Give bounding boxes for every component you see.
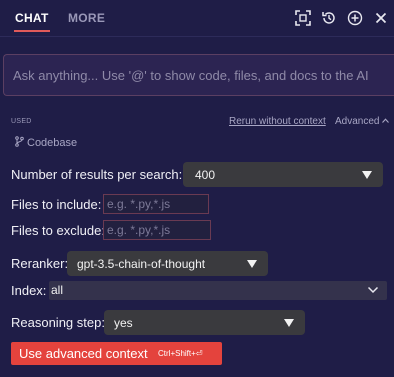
results-per-search-label: Number of results per search: [11, 167, 183, 182]
advanced-toggle[interactable]: Advanced [335, 116, 390, 127]
reasoning-step-value: yes [114, 315, 133, 330]
index-select[interactable]: all [49, 281, 387, 300]
chevron-up-icon [382, 118, 390, 123]
dropdown-arrow-icon [247, 259, 257, 268]
tab-divider [0, 36, 394, 37]
branch-icon [15, 136, 24, 147]
files-exclude-input[interactable] [103, 220, 211, 240]
use-advanced-context-button[interactable]: Use advanced context Ctrl+Shift+⏎ [11, 342, 222, 365]
reranker-value: gpt-3.5-chain-of-thought [77, 256, 206, 271]
reasoning-step-select[interactable]: yes [104, 310, 305, 335]
tab-chat[interactable]: CHAT [14, 11, 50, 32]
top-bar: CHAT MORE [0, 0, 394, 36]
use-advanced-context-label: Use advanced context [19, 346, 148, 361]
chevron-down-icon [368, 286, 378, 294]
prompt-box[interactable] [3, 54, 394, 96]
advanced-label: Advanced [335, 116, 380, 127]
expand-icon[interactable] [295, 10, 311, 26]
codebase-context-item[interactable]: Codebase [15, 136, 77, 149]
rerun-without-context-link[interactable]: Rerun without context [229, 116, 326, 127]
history-icon[interactable] [321, 10, 337, 26]
tab-more[interactable]: MORE [68, 11, 105, 25]
index-value: all [51, 283, 64, 297]
reasoning-step-label: Reasoning step: [11, 315, 105, 330]
dropdown-arrow-icon [284, 318, 294, 327]
files-include-label: Files to include: [11, 197, 102, 212]
reranker-label: Reranker: [11, 256, 69, 271]
reranker-select[interactable]: gpt-3.5-chain-of-thought [67, 251, 268, 276]
used-label: USED [11, 118, 32, 125]
dropdown-arrow-icon [362, 170, 372, 179]
results-per-search-select[interactable]: 400 [183, 162, 383, 187]
files-exclude-label: Files to exclude: [11, 223, 105, 238]
prompt-input[interactable] [4, 55, 394, 95]
index-label: Index: [11, 283, 47, 298]
new-chat-icon[interactable] [347, 10, 363, 26]
results-per-search-value: 400 [195, 167, 216, 182]
files-include-input[interactable] [103, 194, 209, 214]
shortcut-hint: Ctrl+Shift+⏎ [158, 349, 203, 358]
codebase-label: Codebase [27, 137, 78, 149]
close-icon[interactable] [373, 10, 389, 26]
